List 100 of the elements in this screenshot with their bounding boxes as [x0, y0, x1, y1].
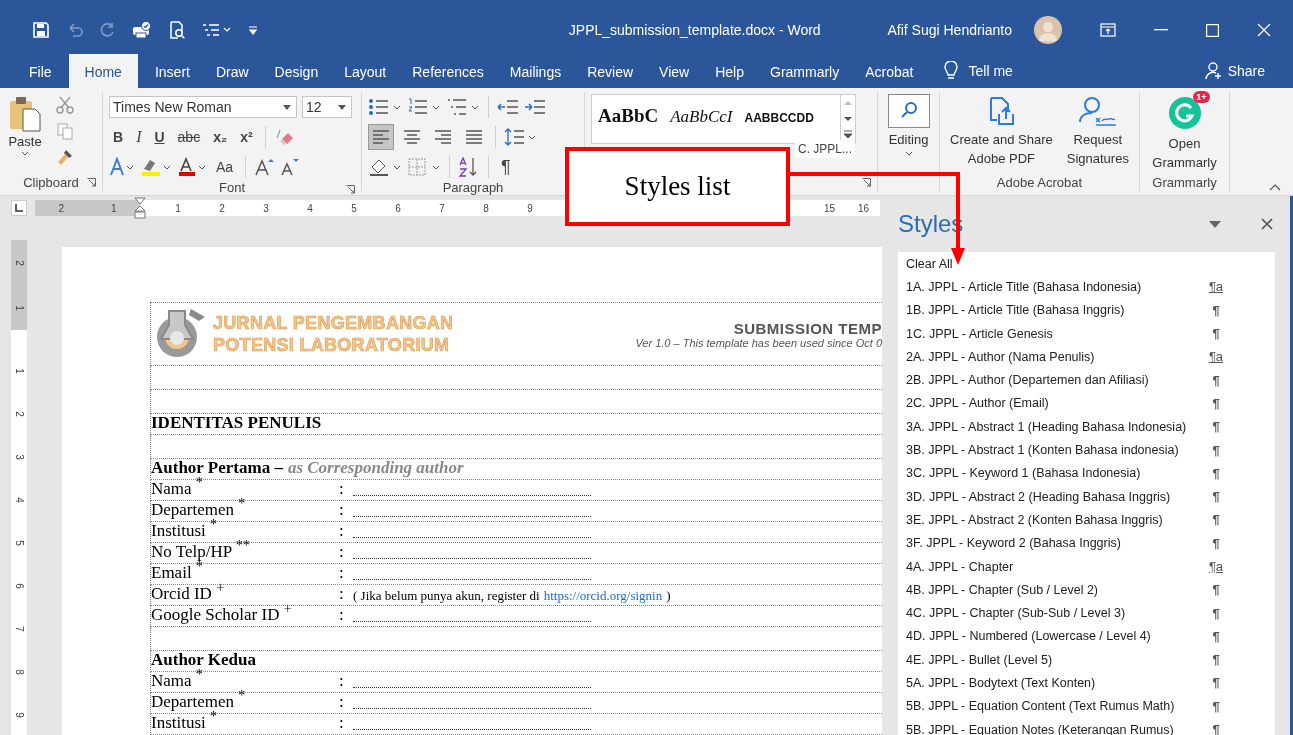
style-item[interactable]: 4C. JPPL - Chapter (Sub-Sub / Level 3) ¶ — [906, 601, 1267, 625]
logo-text: POTENSI LABORATORIUM — [213, 334, 451, 356]
font-name-field[interactable]: Times New Roman — [109, 96, 297, 118]
acrobat-button[interactable]: Create and Share Adobe PDF — [948, 92, 1055, 173]
group-label: Font — [219, 180, 245, 195]
style-item[interactable]: 3B. JPPL - Abstract 1 (Konten Bahasa indonesia) ¶ — [906, 438, 1267, 462]
ruler-number: 9 — [526, 202, 534, 214]
style-item[interactable]: 5B. JPPL - Equation Content (Text Rumus Math) ¶ — [906, 694, 1267, 718]
ruler-number: 2 — [14, 411, 24, 417]
style-item[interactable]: 4D. JPPL - Numbered (Lowercase / Level 4) ¶ — [906, 624, 1267, 649]
ruler-number: 7 — [14, 626, 24, 632]
field-colon: : — [339, 563, 345, 583]
format-button[interactable]: I — [132, 128, 146, 146]
user-name[interactable]: Afif Sugi Hendrianto — [887, 22, 1012, 38]
style-item[interactable]: 3D. JPPL - Abstract 2 (Heading Bahasa Inggris) ¶ — [906, 484, 1267, 509]
ribbon-tab[interactable]: Help — [702, 54, 757, 88]
style-item[interactable]: 4A. JPPL - Chapter ¶a — [906, 554, 1267, 579]
ribbon-tab[interactable]: File — [16, 54, 65, 88]
ribbon-tab[interactable]: Acrobat — [852, 54, 927, 88]
group-label: Paragraph — [442, 180, 504, 195]
style-sample[interactable]: AABBCCDD — [744, 111, 814, 125]
ribbon-tab[interactable]: Mailings — [496, 54, 575, 88]
ruler-number: 3 — [14, 454, 24, 460]
field-colon: : — [339, 713, 345, 733]
field-colon: : — [339, 521, 345, 541]
ribbon-tab[interactable]: Home — [68, 54, 138, 88]
format-button[interactable]: x₂ — [209, 129, 232, 145]
ruler-number: 1 — [14, 368, 24, 374]
ruler-number: 2 — [57, 202, 66, 214]
ruler-number: 8 — [14, 669, 24, 675]
ruler-number: 1 — [174, 202, 182, 214]
ruler-number: 5 — [350, 202, 358, 214]
style-item[interactable]: 2B. JPPL - Author (Departemen dan Afiliasi) ¶ — [906, 368, 1267, 392]
logo-text: JURNAL PENGEMBANGAN — [213, 312, 454, 334]
field-note: ) — [666, 588, 671, 604]
template-title: SUBMISSION TEMP — [733, 319, 882, 337]
author-heading: Author Pertama – — [151, 458, 283, 477]
show-marks-button[interactable]: ¶ — [497, 156, 515, 178]
format-button[interactable]: abc — [173, 129, 205, 145]
field-colon: : — [339, 692, 345, 712]
share-button[interactable]: Share — [1204, 54, 1265, 88]
style-name: C. JPPL... — [795, 140, 856, 158]
style-item[interactable]: 3E. JPPL - Abstract 2 (Konten Bahasa Inggris) ¶ — [906, 508, 1267, 532]
format-button[interactable]: B — [109, 129, 128, 145]
style-item[interactable]: 3C. JPPL - Keyword 1 (Bahasa Indonesia) ¶ — [906, 461, 1267, 485]
section-heading: IDENTITAS PENULIS — [151, 413, 322, 433]
style-item[interactable]: 3F. JPPL - Keyword 2 (Bahasa Inggris) ¶ — [906, 531, 1267, 555]
style-item[interactable]: 3A. JPPL - Abstract 1 (Heading Bahasa Indonesia) ¶ — [906, 415, 1267, 439]
style-sample[interactable]: AaBbC — [598, 105, 659, 127]
field-colon: : — [339, 479, 345, 499]
style-item[interactable]: 1A. JPPL - Article Title (Bahasa Indonesia) ¶a — [906, 275, 1267, 299]
style-sample[interactable]: AaBbCcI — [670, 107, 733, 127]
author-heading: Author Kedua — [151, 650, 256, 669]
ruler-number: 2 — [14, 259, 24, 266]
ruler-number: 7 — [438, 202, 446, 214]
ribbon-tab[interactable]: View — [646, 54, 703, 88]
change-case-button[interactable]: Aa — [212, 159, 238, 175]
ribbon-tab[interactable]: References — [399, 54, 497, 88]
grammarly-button[interactable]: 1+ Open Grammarly — [1150, 92, 1219, 173]
field-colon: : — [339, 671, 345, 691]
style-item[interactable]: 1B. JPPL - Article Title (Bahasa Inggris) ¶ — [906, 298, 1267, 322]
acrobat-button[interactable]: Request Signatures — [1064, 92, 1131, 173]
style-item[interactable]: 5A. JPPL - Bodytext (Text Konten) ¶ — [906, 671, 1267, 695]
ruler-number: 1 — [14, 304, 24, 311]
style-item[interactable]: 2C. JPPL - Author (Email) ¶ — [906, 391, 1267, 416]
ruler-number: 8 — [482, 202, 490, 214]
field-colon: : — [339, 584, 345, 604]
editing-button[interactable]: Editing — [887, 92, 930, 156]
version-note: Ver 1.0 – This template has been used since Oct 0 — [635, 336, 882, 349]
ruler-number: 4 — [14, 497, 24, 503]
style-item[interactable]: 1C. JPPL - Article Genesis ¶ — [906, 321, 1267, 346]
ribbon-tab[interactable]: Grammarly — [757, 54, 853, 88]
style-item[interactable]: 4B. JPPL - Chapter (Sub / Level 2) ¶ — [906, 578, 1267, 602]
group-label: Grammarly — [1152, 174, 1217, 190]
paste-button[interactable]: Paste — [6, 94, 44, 158]
ribbon-tab[interactable]: Review — [574, 54, 647, 88]
format-button[interactable]: U — [150, 129, 169, 145]
ribbon-tab[interactable]: Layout — [331, 54, 400, 88]
style-item[interactable]: 4E. JPPL - Bullet (Level 5) ¶ — [906, 648, 1267, 672]
field-label: No Telp/HP $^{**}$ — [151, 537, 251, 562]
font-size-field[interactable]: 12 — [302, 96, 352, 118]
ribbon-tab[interactable]: Draw — [202, 54, 262, 88]
field-colon: : — [339, 542, 345, 562]
callout-box: Styles list — [565, 147, 790, 226]
ribbon-tab[interactable]: Insert — [141, 54, 203, 88]
styles-gallery[interactable]: AaBbC AaBbCcI AABBCCDD — [591, 94, 841, 144]
style-item[interactable]: Clear All — [906, 252, 1267, 276]
ruler-number: 3 — [262, 202, 270, 214]
window-title: JPPL_submission_template.docx - Word — [567, 22, 822, 38]
signin-link[interactable]: https://orcid.org/signin — [543, 588, 663, 604]
format-button[interactable]: x² — [236, 129, 257, 145]
ribbon-tab[interactable]: Design — [261, 54, 332, 88]
author-note: as Corresponding author — [287, 458, 464, 478]
style-item[interactable]: 2A. JPPL - Author (Nama Penulis) ¶a — [906, 345, 1267, 369]
tell-me-field[interactable]: Tell me — [968, 61, 1013, 81]
ruler-number: 6 — [394, 202, 402, 214]
field-colon: : — [339, 605, 345, 625]
ruler-number: 4 — [306, 202, 314, 214]
ruler-number: 5 — [14, 540, 24, 546]
field-colon: : — [339, 500, 345, 520]
